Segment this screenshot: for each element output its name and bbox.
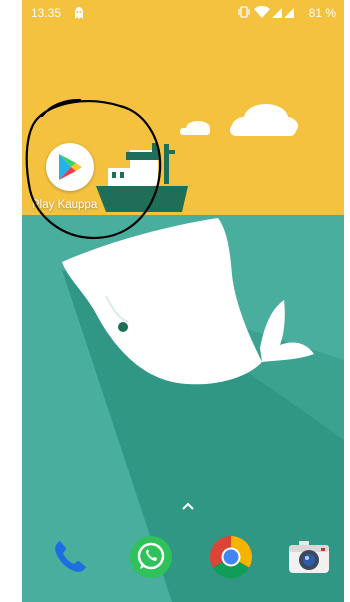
dock-chrome-button[interactable] bbox=[208, 534, 254, 580]
chrome-icon bbox=[209, 536, 253, 579]
phone-icon bbox=[55, 541, 86, 572]
hand-drawn-circle-annotation bbox=[25, 98, 162, 240]
dock-whatsapp-button[interactable] bbox=[128, 534, 174, 580]
camera-icon bbox=[289, 541, 329, 573]
phone-screen: 13.35 81 % Play Kauppa bbox=[22, 0, 344, 602]
dock-camera-button[interactable] bbox=[286, 534, 332, 580]
dock-phone-button[interactable] bbox=[47, 534, 93, 580]
whatsapp-icon bbox=[130, 536, 172, 578]
chevron-up-icon[interactable] bbox=[182, 502, 194, 510]
